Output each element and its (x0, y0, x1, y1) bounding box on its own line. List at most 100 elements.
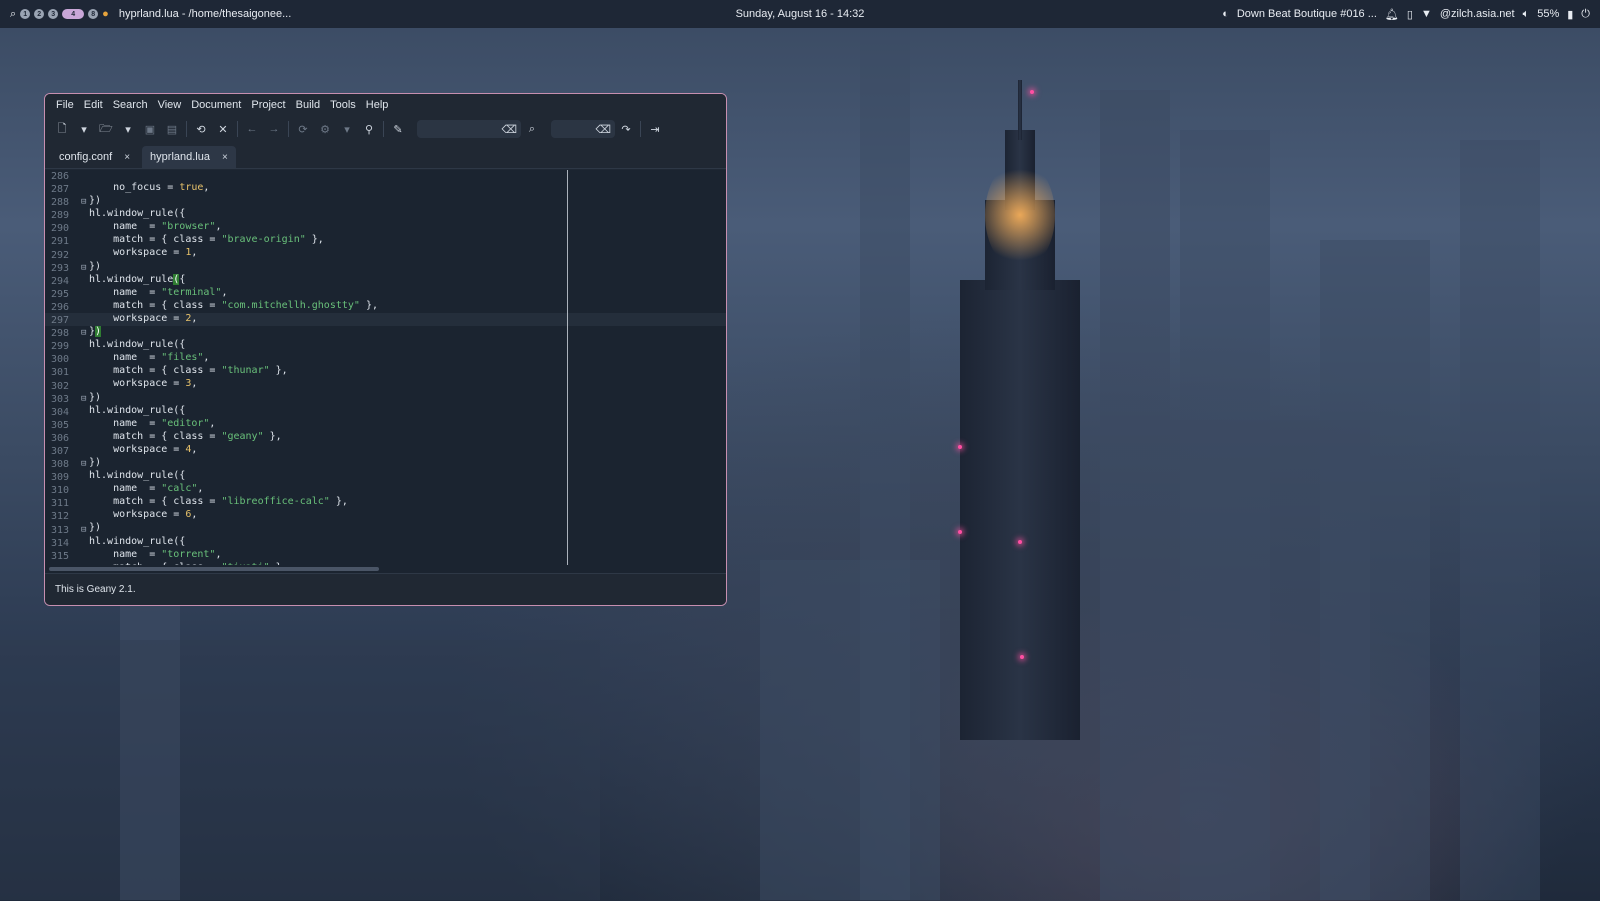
line-number: 296 (50, 301, 69, 313)
menu-file[interactable]: File (51, 99, 79, 111)
save-icon[interactable]: ▣ (139, 118, 161, 140)
menu-document[interactable]: Document (186, 99, 246, 111)
code-line: name = "terminal", (89, 286, 228, 298)
chevron-down-icon[interactable]: ▾ (73, 118, 95, 140)
chevron-down-icon[interactable]: ▾ (336, 118, 358, 140)
code-text[interactable]: no_focus = true,}) hl.window_rule({ name … (89, 170, 378, 574)
menu-search[interactable]: Search (108, 99, 153, 111)
line-number: 293 (50, 262, 69, 274)
line-number: 304 (50, 406, 69, 418)
back-icon[interactable]: ← (241, 118, 263, 140)
tab-config-conf[interactable]: config.conf × (51, 146, 138, 168)
code-line: hl.window_rule({ (89, 208, 186, 220)
save-all-icon[interactable]: ▤ (161, 118, 183, 140)
workspace-2[interactable]: 2 (34, 9, 45, 19)
close-tab-icon[interactable]: × (222, 152, 228, 163)
menu-project[interactable]: Project (246, 99, 290, 111)
menu-edit[interactable]: Edit (79, 99, 108, 111)
menu-help[interactable]: Help (361, 99, 394, 111)
open-file-icon[interactable]: 🗁︎ (95, 118, 117, 140)
fold-icon[interactable]: ⊟ (81, 393, 89, 406)
code-line: workspace = 6, (89, 509, 198, 521)
workspace-4[interactable]: 4 (62, 9, 85, 19)
code-line: hl.window_rule({ (89, 273, 186, 285)
line-number: 301 (50, 367, 69, 379)
volume-icon[interactable]: 🔈︎ (1523, 8, 1530, 21)
toolbar: 🗋︎ ▾ 🗁︎ ▾ ▣ ▤ ⟲ ✕ ← → ⟳ ⚙ ▾ ⚲ ✎ ⌫ ⌕ ⌫ ↷ … (45, 116, 726, 142)
top-bar: ⌕ 1 2 3 4 8 ● hyprland.lua - /home/thesa… (0, 0, 1600, 28)
new-file-icon[interactable]: 🗋︎ (51, 118, 73, 140)
chevron-down-icon[interactable]: ▾ (117, 118, 139, 140)
tab-label: config.conf (59, 151, 113, 163)
horizontal-scrollbar[interactable] (45, 565, 726, 573)
code-line: name = "torrent", (89, 548, 222, 560)
close-icon[interactable]: ✕ (212, 118, 234, 140)
line-number: 314 (50, 537, 69, 549)
search-icon[interactable]: ⌕ (10, 8, 16, 21)
quit-icon[interactable]: ⇥ (644, 118, 666, 140)
search-icon[interactable]: ⌕ (521, 118, 543, 140)
code-line: }) (89, 260, 102, 272)
line-number: 286 (50, 171, 69, 182)
code-line: }) (89, 391, 102, 403)
menu-tools[interactable]: Tools (325, 99, 361, 111)
revert-icon[interactable]: ⟲ (190, 118, 212, 140)
line-number: 287 (50, 184, 69, 196)
fold-icon[interactable]: ⊟ (81, 458, 89, 471)
code-line: match = { class = "brave-origin" }, (89, 234, 324, 246)
menu-view[interactable]: View (153, 99, 187, 111)
fold-icon[interactable]: ⊟ (81, 327, 89, 340)
code-line: hl.window_rule({ (89, 470, 186, 482)
code-line: name = "editor", (89, 417, 216, 429)
workspace-8[interactable]: 8 (88, 9, 99, 19)
status-bar: This is Geany 2.1. (45, 573, 726, 605)
tab-label: hyprland.lua (150, 151, 210, 163)
code-line: match = { class = "com.mitchellh.ghostty… (89, 299, 378, 311)
fold-icon[interactable]: ⊟ (81, 196, 89, 209)
code-line: hl.window_rule({ (89, 404, 186, 416)
build-icon[interactable]: ⚙ (314, 118, 336, 140)
forward-icon[interactable]: → (263, 118, 285, 140)
code-line: hl.window_rule({ (89, 339, 186, 351)
search-input[interactable]: ⌫ (417, 120, 521, 138)
code-line: }) (89, 195, 102, 207)
menu-build[interactable]: Build (291, 99, 325, 111)
line-number: 309 (50, 472, 69, 484)
volume-level[interactable]: 55% (1537, 8, 1559, 20)
run-icon[interactable]: ⚲ (358, 118, 380, 140)
code-line: match = { class = "libreoffice-calc" }, (89, 496, 348, 508)
compile-icon[interactable]: ⟳ (292, 118, 314, 140)
line-number: 297 (50, 315, 69, 327)
tab-hyprland-lua[interactable]: hyprland.lua × (142, 146, 236, 168)
code-line: workspace = 1, (89, 247, 198, 259)
color-picker-icon[interactable]: ✎ (387, 118, 409, 140)
power-icon[interactable]: ⏻ (1581, 8, 1590, 21)
scrollbar-thumb[interactable] (49, 567, 379, 571)
fold-icon[interactable]: ⊟ (81, 262, 89, 275)
line-number-gutter: 286 287 288 289 290 291 292 293 294 295 … (45, 170, 69, 565)
bell-icon[interactable]: 🔔︎ (1385, 8, 1399, 21)
line-number: 306 (50, 432, 69, 444)
clipboard-icon[interactable]: ▯ (1407, 8, 1413, 21)
code-line: }) (89, 522, 102, 534)
media-title[interactable]: Down Beat Boutique #016 ... (1237, 8, 1377, 20)
fold-icon[interactable]: ⊟ (81, 524, 89, 537)
goto-line-icon[interactable]: ↷ (615, 118, 637, 140)
line-number: 308 (50, 459, 69, 471)
workspace-1[interactable]: 1 (20, 9, 31, 19)
code-line: workspace = 2, (89, 312, 198, 324)
network-name[interactable]: @zilch.asia.net (1440, 8, 1515, 20)
wifi-icon[interactable]: ▼ (1421, 8, 1432, 20)
line-number: 299 (50, 341, 69, 353)
close-tab-icon[interactable]: × (124, 152, 130, 163)
workspace-3[interactable]: 3 (48, 9, 59, 19)
clear-icon[interactable]: ⌫ (501, 123, 517, 136)
long-line-marker (567, 170, 568, 565)
code-line: workspace = 4, (89, 443, 198, 455)
clear-icon[interactable]: ⌫ (595, 123, 611, 136)
goto-line-input[interactable]: ⌫ (551, 120, 615, 138)
line-number: 292 (50, 249, 69, 261)
line-number: 288 (50, 197, 69, 209)
code-editor[interactable]: 286 287 288 289 290 291 292 293 294 295 … (45, 170, 726, 605)
line-number: 298 (50, 328, 69, 340)
